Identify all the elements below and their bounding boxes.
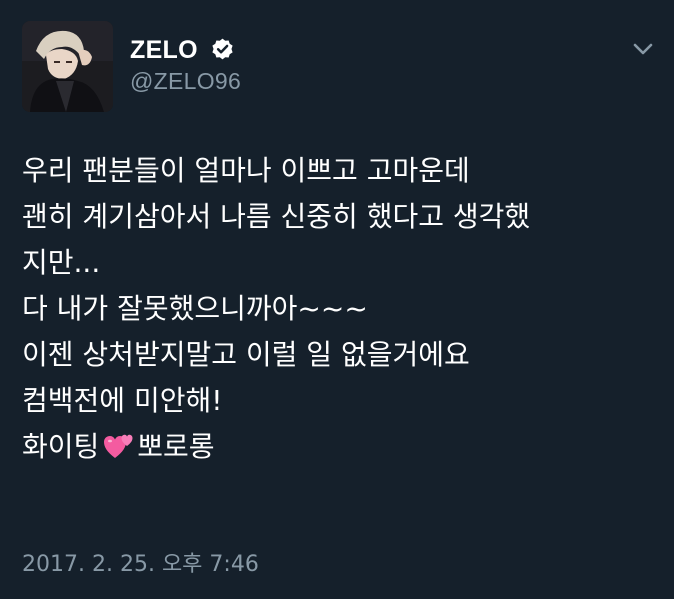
tweet-line: 이젠 상처받지말고 이럴 일 없을거에요 (22, 338, 470, 371)
tweet-line: 컴백전에 미안해! (22, 384, 223, 417)
tweet-text-pororong: 뽀로롱 (137, 430, 215, 463)
verified-badge-icon (212, 38, 233, 60)
two-hearts-emoji-icon (104, 434, 133, 458)
tweet-line: 지만... (22, 246, 101, 279)
avatar-image (22, 21, 113, 112)
tweet-line: 다 내가 잘못했으니까아~~~ (22, 292, 368, 325)
tweet-text-fighting: 화이팅 (22, 430, 100, 463)
chevron-down-icon[interactable] (632, 40, 654, 58)
tweet-timestamp[interactable]: 2017. 2. 25. 오후 7:46 (22, 551, 259, 579)
tweet-line: 괜히 계기삼아서 나름 신중히 했다고 생각했 (22, 200, 531, 233)
tweet-card: ZELO @ZELO96 우리 팬분들이 얼마나 이쁘고 고마운데 괜히 계기삼… (0, 0, 674, 599)
user-handle[interactable]: @ZELO96 (130, 67, 241, 95)
avatar[interactable] (22, 21, 113, 112)
tweet-text: 우리 팬분들이 얼마나 이쁘고 고마운데 괜히 계기삼아서 나름 신중히 했다고… (22, 148, 662, 470)
tweet-line: 우리 팬분들이 얼마나 이쁘고 고마운데 (22, 154, 470, 187)
display-name[interactable]: ZELO (130, 35, 198, 65)
tweet-line-last: 화이팅 뽀로롱 (22, 424, 662, 470)
